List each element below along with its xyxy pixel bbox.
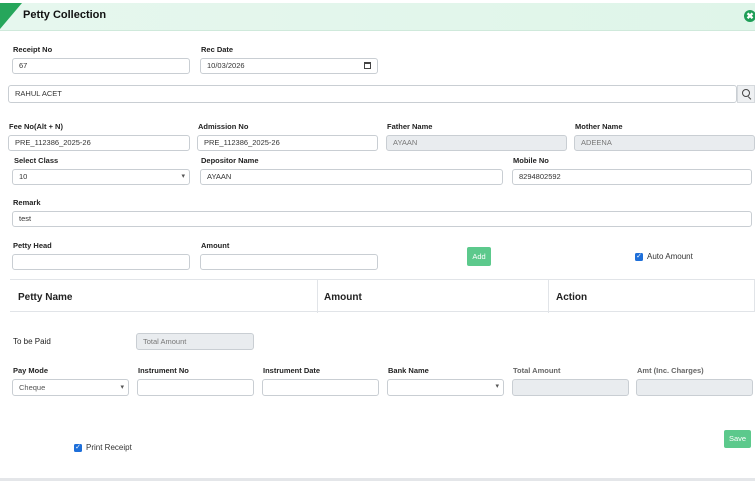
pay-mode-label: Pay Mode	[13, 366, 49, 375]
receipt-no-label: Receipt No	[13, 45, 53, 54]
instrument-no-label: Instrument No	[138, 366, 189, 375]
to-be-paid-label: To be Paid	[13, 337, 51, 346]
receipt-no-field[interactable]: 67	[12, 58, 190, 74]
admission-no-label: Admission No	[198, 122, 249, 131]
column-action: Action	[556, 292, 588, 303]
rec-date-label: Rec Date	[201, 45, 234, 54]
print-receipt-checkbox[interactable]: ✓	[74, 444, 82, 452]
total-amount-label: Total Amount	[513, 366, 561, 375]
petty-collection-panel: Petty Collection ✖ Receipt No 67 Rec Dat…	[0, 0, 755, 478]
pay-mode-dropdown[interactable]: Cheque	[12, 379, 129, 396]
print-receipt-label: Print Receipt	[86, 443, 132, 452]
bank-name-label: Bank Name	[388, 366, 429, 375]
father-name-field: AYAAN	[386, 135, 567, 151]
select-class-label: Select Class	[14, 156, 59, 165]
column-divider	[317, 280, 318, 313]
mother-name-label: Mother Name	[575, 122, 623, 131]
select-class-dropdown[interactable]: 10	[12, 169, 190, 185]
calendar-icon[interactable]	[364, 62, 371, 69]
column-divider	[548, 280, 549, 313]
amount-field[interactable]	[200, 254, 378, 270]
auto-amount-checkbox[interactable]: ✓	[635, 253, 643, 261]
column-amount: Amount	[324, 292, 362, 303]
add-button[interactable]: Add	[467, 247, 491, 266]
rec-date-value: 10/03/2026	[207, 61, 245, 70]
mobile-no-label: Mobile No	[513, 156, 549, 165]
mother-name-field: ADEENA	[574, 135, 755, 151]
petty-table-header: Petty Name Amount Action	[10, 279, 755, 313]
save-button[interactable]: Save	[724, 430, 751, 448]
remark-field[interactable]: test	[12, 211, 752, 227]
search-button[interactable]	[737, 85, 755, 103]
panel-header	[0, 3, 755, 31]
rec-date-field[interactable]: 10/03/2026	[200, 58, 378, 74]
total-amount-field	[512, 379, 629, 396]
instrument-date-field[interactable]	[262, 379, 379, 396]
bank-name-dropdown[interactable]	[387, 379, 504, 396]
petty-head-label: Petty Head	[13, 241, 52, 250]
to-be-paid-total-field: Total Amount	[136, 333, 254, 350]
admission-no-field[interactable]: PRE_112386_2025-26	[197, 135, 378, 151]
fee-no-label: Fee No(Alt + N)	[9, 122, 63, 131]
remark-label: Remark	[13, 198, 41, 207]
depositor-name-label: Depositor Name	[201, 156, 259, 165]
instrument-date-label: Instrument Date	[263, 366, 321, 375]
mobile-no-field[interactable]: 8294802592	[512, 169, 752, 185]
father-name-label: Father Name	[387, 122, 433, 131]
auto-amount-label: Auto Amount	[647, 252, 693, 261]
column-petty-name: Petty Name	[18, 292, 73, 303]
petty-head-field[interactable]	[12, 254, 190, 270]
fee-no-field[interactable]: PRE_112386_2025-26	[8, 135, 190, 151]
header-corner-accent	[0, 3, 22, 29]
amount-label: Amount	[201, 241, 230, 250]
close-icon[interactable]: ✖	[744, 10, 755, 22]
depositor-name-field[interactable]: AYAAN	[200, 169, 503, 185]
instrument-no-field[interactable]	[137, 379, 254, 396]
amt-inc-charges-label: Amt (Inc. Charges)	[637, 366, 704, 375]
student-search-input[interactable]: RAHUL ACET	[8, 85, 737, 103]
page-title: Petty Collection	[23, 9, 107, 21]
amt-inc-charges-field	[636, 379, 753, 396]
